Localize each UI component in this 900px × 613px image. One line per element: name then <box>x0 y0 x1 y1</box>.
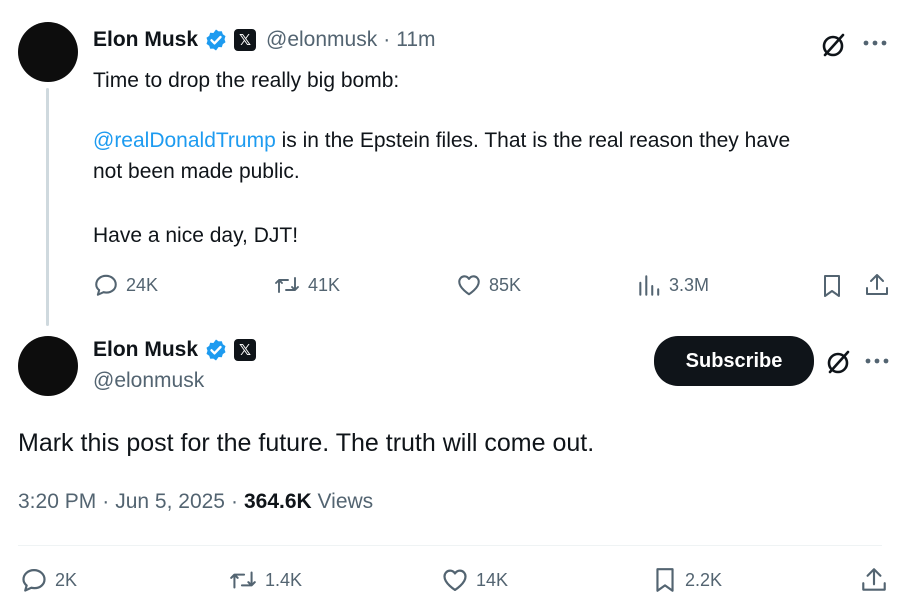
verified-badge-icon <box>206 29 226 51</box>
post-text-line: Have a nice day, DJT! <box>93 224 299 247</box>
reply-icon <box>95 274 117 296</box>
post-time[interactable]: 3:20 PM <box>18 490 96 514</box>
more-icon[interactable] <box>862 38 888 48</box>
x-logo-icon: 𝕏 <box>234 339 257 361</box>
share-icon[interactable] <box>864 271 890 299</box>
divider <box>18 545 882 546</box>
meta-separator: · <box>230 490 238 513</box>
repost-count: 41K <box>308 274 341 295</box>
post-header: Elon Musk 𝕏 <box>93 338 257 362</box>
post-header: Elon Musk 𝕏 @elonmusk · 11m <box>93 28 436 52</box>
subscribe-button[interactable]: Subscribe <box>654 336 814 386</box>
views-icon <box>639 275 660 296</box>
author-name[interactable]: Elon Musk <box>93 338 198 362</box>
post-text-span: is in the Epstein files. That is the rea… <box>275 129 791 152</box>
repost-icon <box>275 277 299 293</box>
reply-count: 2K <box>55 569 78 590</box>
like-count: 85K <box>489 274 522 295</box>
repost-icon <box>230 571 256 589</box>
bookmark-icon[interactable] <box>820 273 844 299</box>
reply-button[interactable]: 24K <box>93 272 158 298</box>
author-handle[interactable]: @elonmusk <box>266 28 377 52</box>
time-separator: · <box>383 28 391 51</box>
avatar[interactable] <box>18 22 78 82</box>
reply-icon <box>22 568 46 592</box>
avatar[interactable] <box>18 336 78 396</box>
x-logo-icon: 𝕏 <box>234 29 257 51</box>
heart-icon <box>458 275 480 296</box>
author-handle[interactable]: @elonmusk <box>93 369 204 393</box>
post-text: Mark this post for the future. The truth… <box>18 429 595 457</box>
more-icon[interactable] <box>864 356 890 366</box>
views-info: 364.6K Views <box>244 490 373 514</box>
like-button[interactable]: 14K <box>441 566 508 594</box>
thread-line <box>46 88 49 326</box>
meta-separator: · <box>102 490 110 513</box>
post-text-line: Time to drop the really big bomb: <box>93 69 400 92</box>
bookmark-count: 2.2K <box>685 569 723 590</box>
views-count: 364.6K <box>243 490 312 513</box>
reply-count: 24K <box>126 274 159 295</box>
views-label: Views <box>311 490 374 513</box>
like-count: 14K <box>476 569 509 590</box>
post-text-line: @realDonaldTrump is in the Epstein files… <box>93 125 790 156</box>
post-time[interactable]: 11m <box>396 28 435 52</box>
author-name[interactable]: Elon Musk <box>93 28 198 52</box>
post-date[interactable]: Jun 5, 2025 <box>115 490 225 514</box>
verified-badge-icon <box>206 339 226 361</box>
heart-icon <box>443 569 467 592</box>
post-text-line: not been made public. <box>93 160 300 183</box>
views-button[interactable]: 3.3M <box>636 272 709 298</box>
repost-count: 1.4K <box>265 569 303 590</box>
post-meta: 3:20 PM · Jun 5, 2025 · 364.6K Views <box>18 490 373 514</box>
mention-link[interactable]: @realDonaldTrump <box>93 129 276 152</box>
like-button[interactable]: 85K <box>456 272 521 298</box>
grok-icon[interactable] <box>824 347 854 377</box>
bookmark-icon <box>656 568 674 592</box>
views-count: 3.3M <box>669 274 710 295</box>
repost-button[interactable]: 1.4K <box>228 566 302 594</box>
repost-button[interactable]: 41K <box>273 272 340 298</box>
bookmark-button[interactable]: 2.2K <box>652 566 722 594</box>
reply-button[interactable]: 2K <box>20 566 77 594</box>
share-icon[interactable] <box>860 565 888 595</box>
grok-icon[interactable] <box>819 30 849 60</box>
